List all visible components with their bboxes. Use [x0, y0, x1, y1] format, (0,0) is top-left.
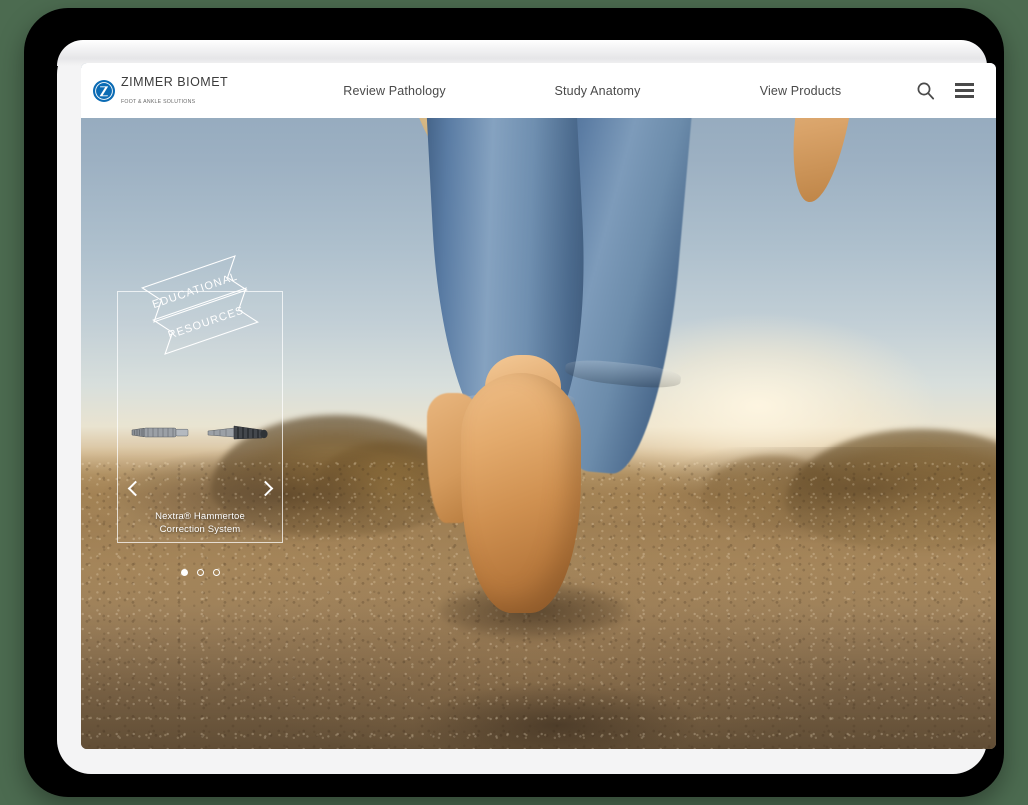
- page-backdrop: ZIMMER BIOMET FOOT & ANKLE SOLUTIONS Rev…: [0, 0, 1028, 805]
- hamburger-menu-icon[interactable]: [955, 83, 974, 98]
- nav-link-review-pathology[interactable]: Review Pathology: [293, 84, 496, 98]
- carousel-pagination-dots: [118, 569, 282, 576]
- hamburger-bar-3: [955, 95, 974, 98]
- zimmer-biomet-z-icon: [93, 79, 115, 102]
- carousel-prev-button[interactable]: [124, 474, 143, 502]
- product-implant-screws-image: [131, 425, 268, 440]
- primary-navigation: Review Pathology Study Anatomy View Prod…: [293, 84, 902, 98]
- nav-link-view-products[interactable]: View Products: [699, 84, 902, 98]
- educational-resources-carousel: EDUCATIONAL RESOURCES Nextra® Hammertoe …: [117, 255, 283, 576]
- brand-tagline: FOOT & ANKLE SOLUTIONS: [121, 98, 196, 105]
- brand-wordmark: ZIMMER BIOMET FOOT & ANKLE SOLUTIONS: [121, 74, 293, 108]
- carousel-dot-3[interactable]: [212, 569, 220, 576]
- tablet-screen: ZIMMER BIOMET FOOT & ANKLE SOLUTIONS Rev…: [81, 63, 996, 749]
- carousel-caption-line-2: Correction System: [159, 524, 241, 536]
- brand-name: ZIMMER BIOMET: [121, 74, 229, 89]
- brand-logo[interactable]: ZIMMER BIOMET FOOT & ANKLE SOLUTIONS: [93, 74, 293, 108]
- hamburger-bar-2: [955, 89, 974, 92]
- nav-link-study-anatomy[interactable]: Study Anatomy: [496, 84, 699, 98]
- bare-foot-heel: [461, 373, 581, 613]
- tablet-device-frame: ZIMMER BIOMET FOOT & ANKLE SOLUTIONS Rev…: [24, 8, 1004, 797]
- hamburger-bar-1: [955, 83, 974, 86]
- chevron-left-icon: [127, 480, 143, 496]
- site-header: ZIMMER BIOMET FOOT & ANKLE SOLUTIONS Rev…: [81, 63, 996, 118]
- carousel-dot-1[interactable]: [180, 569, 188, 576]
- search-icon[interactable]: [916, 81, 935, 100]
- chevron-right-icon: [257, 480, 273, 496]
- carousel-next-button[interactable]: [257, 474, 276, 502]
- carousel-caption: Nextra® Hammertoe Correction System: [128, 510, 272, 537]
- carousel-caption-line-1: Nextra® Hammertoe: [155, 511, 245, 522]
- carousel-media: [118, 292, 282, 462]
- carousel-dot-2[interactable]: [196, 569, 204, 576]
- header-actions: [902, 81, 974, 100]
